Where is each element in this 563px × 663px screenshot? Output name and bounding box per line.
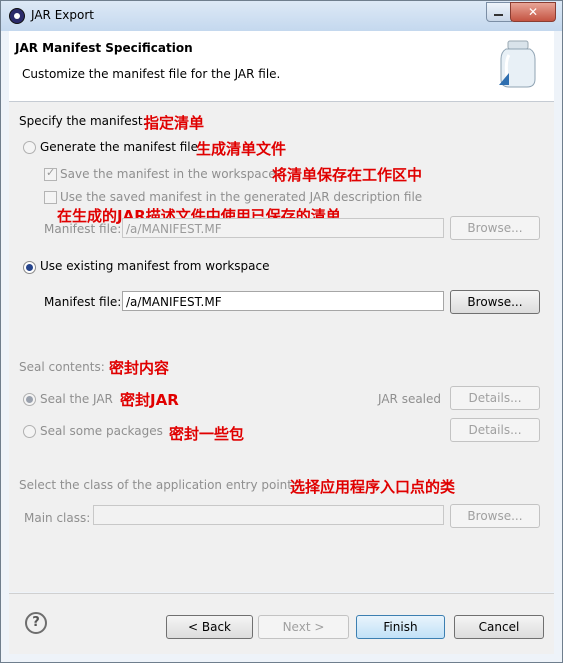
back-button[interactable]: < Back <box>166 615 253 639</box>
wizard-header: JAR Manifest Specification Customize the… <box>9 31 554 102</box>
jar-export-dialog: JAR Export ✕ JAR Manifest Specification … <box>0 0 563 663</box>
annotation-save: 将清单保存在工作区中 <box>272 166 423 184</box>
title-bar: JAR Export ✕ <box>1 1 562 31</box>
finish-button[interactable]: Finish <box>356 615 445 639</box>
page-description: Customize the manifest file for the JAR … <box>22 67 281 81</box>
seal-jar-radio[interactable] <box>23 393 36 406</box>
main-class-input[interactable] <box>93 505 444 525</box>
generated-browse-button[interactable]: Browse... <box>450 216 540 240</box>
generate-manifest-radio[interactable] <box>23 141 36 154</box>
seal-jar-details-button[interactable]: Details... <box>450 386 540 410</box>
annotation-specify-manifest: 指定清单 <box>144 114 205 132</box>
generated-manifest-file-label: Manifest file: <box>44 222 122 236</box>
wizard-footer: ? < Back Next > Finish Cancel <box>9 594 554 654</box>
next-button[interactable]: Next > <box>258 615 349 639</box>
save-manifest-checkbox[interactable] <box>44 166 57 181</box>
annotation-generate: 生成清单文件 <box>196 140 287 158</box>
main-class-label: Main class: <box>24 511 91 525</box>
reuse-manifest-label: Use the saved manifest in the generated … <box>60 190 423 204</box>
generated-manifest-file-input[interactable]: /a/MANIFEST.MF <box>122 218 444 238</box>
seal-some-label: Seal some packages <box>40 424 163 438</box>
manifest-file-input[interactable]: /a/MANIFEST.MF <box>122 291 444 311</box>
annotation-entry-point: 选择应用程序入口点的类 <box>290 478 456 496</box>
cancel-button[interactable]: Cancel <box>454 615 544 639</box>
page-title: JAR Manifest Specification <box>15 41 193 55</box>
annotation-seal-jar: 密封JAR <box>120 391 179 409</box>
eclipse-icon <box>9 8 25 24</box>
close-button[interactable]: ✕ <box>510 2 556 22</box>
annotation-seal-some: 密封一些包 <box>169 425 245 443</box>
minimize-button[interactable] <box>486 2 512 22</box>
annotation-seal-contents: 密封内容 <box>109 359 170 377</box>
generate-manifest-label: Generate the manifest file <box>40 140 199 154</box>
seal-status-label: JAR sealed <box>378 392 442 406</box>
help-icon[interactable]: ? <box>25 612 47 634</box>
manifest-section-label: Specify the manifest: <box>19 114 147 128</box>
manifest-file-label: Manifest file: <box>44 295 122 309</box>
wizard-content: Specify the manifest: 指定清单 Generate the … <box>9 102 554 592</box>
jar-icon <box>499 40 536 88</box>
seal-jar-label: Seal the JAR <box>40 392 113 406</box>
window-title: JAR Export <box>31 8 94 22</box>
reuse-manifest-checkbox[interactable] <box>44 191 57 204</box>
entry-point-label: Select the class of the application entr… <box>19 478 297 492</box>
manifest-browse-button[interactable]: Browse... <box>450 290 540 314</box>
existing-manifest-label: Use existing manifest from workspace <box>40 259 270 273</box>
existing-manifest-radio[interactable] <box>23 261 36 274</box>
seal-some-radio[interactable] <box>23 425 36 438</box>
seal-some-details-button[interactable]: Details... <box>450 418 540 442</box>
save-manifest-label: Save the manifest in the workspace <box>60 167 276 181</box>
seal-section-label: Seal contents: <box>19 360 105 374</box>
main-class-browse-button[interactable]: Browse... <box>450 504 540 528</box>
